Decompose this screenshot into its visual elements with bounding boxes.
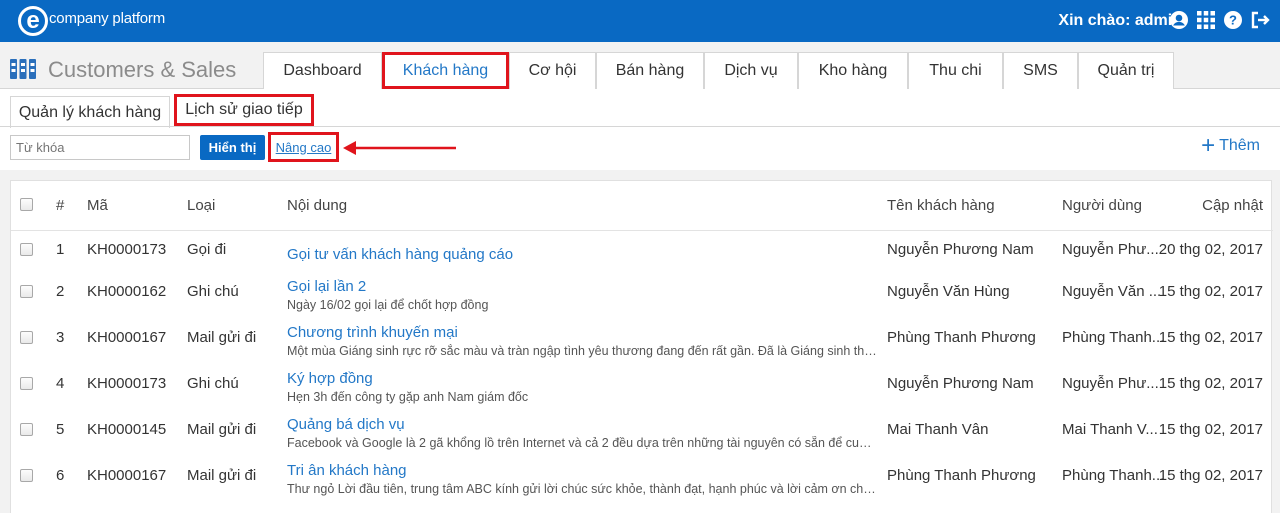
row-updated: 15 thg 02, 2017 (1158, 467, 1263, 484)
row-code: KH0000145 (87, 421, 167, 438)
row-user: Nguyễn Văn ... (1062, 283, 1162, 300)
col-type[interactable]: Loại (187, 197, 215, 214)
show-button[interactable]: Hiển thị (200, 135, 265, 160)
row-updated: 20 thg 02, 2017 (1158, 241, 1263, 258)
advanced-highlight: Nâng cao (268, 132, 339, 162)
tab-kho-hang[interactable]: Kho hàng (798, 52, 908, 89)
row-num: 5 (56, 421, 65, 438)
row-description: Ngày 16/02 gọi lại để chốt hợp đồng (287, 298, 489, 312)
row-customer: Nguyễn Văn Hùng (887, 283, 1010, 300)
tab-co-hoi[interactable]: Cơ hội (509, 52, 596, 89)
row-user: Nguyễn Phư... (1062, 241, 1159, 258)
row-checkbox[interactable] (20, 469, 33, 482)
col-user[interactable]: Người dùng (1062, 197, 1142, 214)
top-icons: ? (1169, 9, 1270, 31)
row-customer: Nguyễn Phương Nam (887, 375, 1034, 392)
logo-text: company platform (49, 9, 166, 27)
header-divider (11, 230, 1273, 231)
row-description: Hẹn 3h đến công ty gặp anh Nam giám đốc (287, 390, 529, 404)
top-bar: e company platform Xin chào: admin ? (0, 0, 1280, 42)
row-checkbox[interactable] (20, 377, 33, 390)
row-updated: 15 thg 02, 2017 (1158, 329, 1263, 346)
add-label: Thêm (1219, 137, 1260, 154)
row-code: KH0000173 (87, 241, 167, 258)
row-num: 2 (56, 283, 65, 300)
row-customer: Phùng Thanh Phương (887, 329, 1036, 346)
tab-quan-tri[interactable]: Quản trị (1078, 52, 1174, 89)
greeting-text: Xin chào: admin (1058, 12, 1182, 29)
row-customer: Phùng Thanh Phương (887, 467, 1036, 484)
row-updated: 15 thg 02, 2017 (1158, 283, 1263, 300)
tab-sms[interactable]: SMS (1003, 52, 1078, 89)
row-num: 3 (56, 329, 65, 346)
row-code: KH0000173 (87, 375, 167, 392)
row-user: Phùng Thanh... (1062, 329, 1165, 346)
apps-grid-icon[interactable] (1196, 9, 1216, 31)
row-code: KH0000167 (87, 329, 167, 346)
row-code: KH0000167 (87, 467, 167, 484)
col-code[interactable]: Mã (87, 197, 108, 214)
col-num: # (56, 197, 65, 214)
row-description: Thư ngỏ Lời đầu tiên, trung tâm ABC kính… (287, 482, 877, 496)
tab-thu-chi[interactable]: Thu chi (908, 52, 1003, 89)
logo-e-mark: e (18, 6, 48, 36)
row-type: Ghi chú (187, 283, 239, 300)
advanced-search-link[interactable]: Nâng cao (276, 140, 332, 155)
search-input[interactable] (10, 135, 190, 160)
row-title-link[interactable]: Chương trình khuyến mại (287, 324, 458, 341)
row-title-link[interactable]: Tri ân khách hàng (287, 462, 407, 479)
col-content[interactable]: Nội dung (287, 197, 347, 214)
tab-dashboard[interactable]: Dashboard (263, 52, 382, 89)
tab-dich-vu[interactable]: Dịch vụ (704, 52, 798, 89)
main-tabs: Dashboard Khách hàng Cơ hội Bán hàng Dịc… (263, 52, 1174, 89)
row-title-link[interactable]: Gọi lại lần 2 (287, 278, 366, 295)
row-checkbox[interactable] (20, 423, 33, 436)
row-type: Mail gửi đi (187, 421, 257, 438)
tab-ban-hang[interactable]: Bán hàng (596, 52, 704, 89)
col-customer[interactable]: Tên khách hàng (887, 197, 995, 214)
select-all-checkbox[interactable] (20, 198, 33, 211)
svg-text:?: ? (1229, 13, 1237, 28)
logout-icon[interactable] (1250, 9, 1270, 31)
row-customer: Mai Thanh Vân (887, 421, 989, 438)
row-title-link[interactable]: Quảng bá dịch vụ (287, 416, 405, 433)
add-button[interactable]: + Thêm (1201, 132, 1260, 159)
row-checkbox[interactable] (20, 243, 33, 256)
row-user: Nguyễn Phư... (1062, 375, 1159, 392)
row-num: 6 (56, 467, 65, 484)
row-updated: 15 thg 02, 2017 (1158, 421, 1263, 438)
row-type: Gọi đi (187, 241, 227, 258)
row-user: Phùng Thanh... (1062, 467, 1165, 484)
plus-icon: + (1201, 132, 1216, 159)
tab-khach-hang[interactable]: Khách hàng (382, 52, 509, 89)
row-num: 1 (56, 241, 65, 258)
user-circle-icon[interactable] (1169, 9, 1189, 31)
annotation-arrow-icon (343, 141, 456, 155)
module-title: Customers & Sales (48, 57, 237, 82)
row-num: 4 (56, 375, 65, 392)
row-user: Mai Thanh V... (1062, 421, 1158, 438)
row-customer: Nguyễn Phương Nam (887, 241, 1034, 258)
row-type: Ghi chú (187, 375, 239, 392)
row-checkbox[interactable] (20, 331, 33, 344)
row-checkbox[interactable] (20, 285, 33, 298)
subtab-quan-ly-khach-hang[interactable]: Quản lý khách hàng (10, 96, 170, 128)
subtab-divider (0, 126, 1280, 127)
row-title-link[interactable]: Gọi tư vấn khách hàng quảng cáo (287, 246, 513, 263)
row-type: Mail gửi đi (187, 329, 257, 346)
history-table: # Mã Loại Nội dung Tên khách hàng Người … (10, 180, 1273, 513)
row-description: Facebook và Google là 2 gã khổng lồ trên… (287, 436, 877, 450)
module-icon (10, 57, 36, 81)
row-title-link[interactable]: Ký hợp đồng (287, 370, 373, 387)
row-description: Một mùa Giáng sinh rực rỡ sắc màu và trà… (287, 344, 877, 358)
row-code: KH0000162 (87, 283, 167, 300)
help-icon[interactable]: ? (1223, 9, 1243, 31)
company-logo[interactable]: e company platform (18, 4, 165, 38)
col-updated[interactable]: Cập nhật (1202, 197, 1263, 214)
row-type: Mail gửi đi (187, 467, 257, 484)
row-updated: 15 thg 02, 2017 (1158, 375, 1263, 392)
subtab-lich-su-giao-tiep[interactable]: Lịch sử giao tiếp (174, 94, 314, 126)
